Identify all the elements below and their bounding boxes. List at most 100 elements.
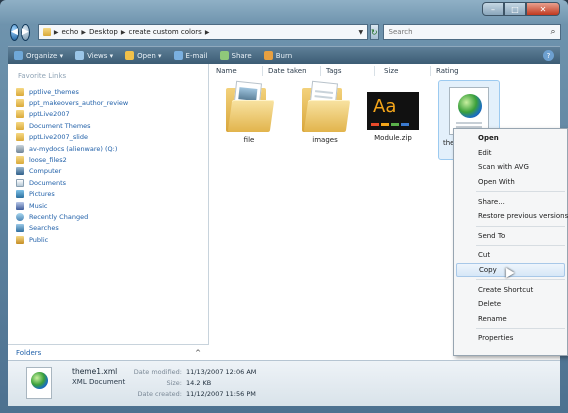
nav-item[interactable]: Documents	[16, 177, 128, 188]
nav-item-label: ppt_makeovers_author_review	[29, 99, 129, 108]
menu-item-copy[interactable]: Copy	[456, 262, 565, 278]
nav-item[interactable]: ppt_makeovers_author_review	[16, 97, 128, 108]
nav-item[interactable]: Pictures	[16, 189, 128, 200]
toolbar-open-button[interactable]: Open ▾	[125, 51, 162, 60]
nav-item-label: loose_files2	[29, 156, 67, 165]
maximize-button[interactable]: □	[504, 2, 526, 16]
nav-item[interactable]: pptLive2007	[16, 109, 128, 120]
search-input[interactable]	[388, 28, 551, 36]
chevron-down-icon[interactable]: ▼	[355, 25, 367, 39]
column-divider[interactable]	[374, 66, 375, 76]
column-divider[interactable]	[430, 66, 431, 76]
nav-item[interactable]: Music	[16, 200, 128, 211]
breadcrumb-item[interactable]: Desktop	[89, 28, 118, 36]
toolbar-email-button[interactable]: E-mail	[173, 51, 208, 60]
close-button[interactable]: ✕	[526, 2, 560, 16]
toolbar-burn-button[interactable]: Burn	[263, 51, 292, 60]
details-pane: theme1.xml XML Document Date modified: 1…	[8, 360, 560, 406]
searches-icon	[16, 224, 24, 233]
help-icon[interactable]: ?	[543, 50, 554, 61]
menu-item-cut[interactable]: Cut	[454, 248, 567, 263]
toolbar-organize-button[interactable]: Organize ▾	[14, 51, 63, 60]
details-size-value: 14.2 KB	[186, 379, 212, 387]
breadcrumb-separator: ▶	[120, 28, 126, 36]
toolbar-views-button[interactable]: Views ▾	[75, 51, 113, 60]
breadcrumb-item[interactable]: echo	[61, 28, 78, 36]
breadcrumb-separator: ▶	[204, 28, 210, 36]
details-file-name: theme1.xml	[72, 367, 118, 376]
folder-icon	[302, 80, 351, 132]
public-icon	[16, 235, 24, 244]
toolbar-share-button[interactable]: Share	[219, 51, 252, 60]
column-divider[interactable]	[262, 66, 263, 76]
menu-item-delete[interactable]: Delete	[454, 297, 567, 312]
nav-item-label: Pictures	[29, 190, 55, 199]
nav-item[interactable]: Computer	[16, 166, 128, 177]
details-modified-label: Date modified:	[133, 368, 182, 376]
column-header-rating[interactable]: Rating	[436, 67, 459, 75]
nav-item[interactable]: av-mydocs (alienware) (Q:)	[16, 143, 128, 154]
forward-button[interactable]: ▶	[20, 23, 30, 41]
mouse-cursor-icon	[501, 264, 515, 278]
breadcrumb-item[interactable]: create custom colors	[128, 28, 201, 36]
nav-item[interactable]: pptlive_themes	[16, 86, 128, 97]
menu-item-scan-with-avg[interactable]: Scan with AVG	[454, 160, 567, 175]
folder-icon	[16, 99, 24, 108]
column-divider[interactable]	[320, 66, 321, 76]
pictures-icon	[16, 190, 24, 199]
menu-item-send-to[interactable]: Send To	[454, 229, 567, 244]
column-header-tags[interactable]: Tags	[326, 67, 342, 75]
back-button[interactable]: ◀	[10, 23, 19, 41]
column-header-name[interactable]: Name	[216, 67, 237, 75]
menu-item-open-with[interactable]: Open With	[454, 175, 567, 190]
file-item-label: images	[312, 136, 338, 144]
details-created-value: 11/12/2007 11:56 PM	[186, 390, 256, 398]
breadcrumb-separator: ▶	[81, 28, 86, 36]
details-modified-value: 11/13/2007 12:06 AM	[186, 368, 257, 376]
menu-separator	[476, 225, 565, 227]
menu-item-rename[interactable]: Rename	[454, 312, 567, 327]
refresh-button[interactable]: ↻	[369, 24, 379, 40]
toolbar-label: E-mail	[185, 51, 208, 60]
menu-separator	[476, 328, 565, 330]
menu-item-properties[interactable]: Properties	[454, 331, 567, 346]
nav-item[interactable]: pptLive2007_slide	[16, 132, 128, 143]
column-headers: Name Date taken Tags Size Rating	[210, 64, 560, 78]
file-item-folder[interactable]: file	[218, 80, 280, 144]
menu-item-share[interactable]: Share...	[454, 194, 567, 209]
context-menu: Open Edit Scan with AVG Open With Share.…	[453, 128, 568, 356]
organize-icon	[14, 51, 23, 60]
search-box[interactable]: ⌕	[382, 24, 561, 40]
menu-item-create-shortcut[interactable]: Create Shortcut	[454, 282, 567, 297]
address-bar[interactable]: ▶ echo ▶ Desktop ▶ create custom colors …	[37, 24, 368, 40]
nav-item-label: pptLive2007	[29, 110, 70, 119]
file-item-folder[interactable]: images	[294, 80, 356, 144]
column-header-size[interactable]: Size	[384, 67, 398, 75]
file-item-zip[interactable]: Aa Module.zip	[362, 82, 424, 142]
menu-separator	[476, 279, 565, 281]
nav-item-label: av-mydocs (alienware) (Q:)	[29, 144, 118, 153]
computer-icon	[16, 167, 24, 176]
music-icon	[16, 201, 24, 210]
breadcrumb-separator: ▶	[53, 28, 59, 36]
search-icon[interactable]: ⌕	[551, 27, 556, 37]
address-row: ◀ ▶ ▶ echo ▶ Desktop ▶ create custom col…	[10, 22, 561, 42]
folders-toggle[interactable]: Folders ^	[8, 344, 209, 360]
folder-icon	[16, 87, 24, 96]
menu-item-edit[interactable]: Edit	[454, 146, 567, 161]
nav-item[interactable]: Document Themes	[16, 120, 128, 131]
menu-item-label: Copy	[479, 266, 497, 275]
menu-separator	[476, 191, 565, 193]
column-header-date-taken[interactable]: Date taken	[268, 67, 307, 75]
menu-item-open[interactable]: Open	[454, 131, 567, 146]
nav-item[interactable]: loose_files2	[16, 154, 128, 165]
nav-item[interactable]: Public	[16, 234, 128, 245]
nav-item[interactable]: Searches	[16, 223, 128, 234]
nav-item-label: Documents	[29, 178, 67, 187]
nav-item[interactable]: Recently Changed	[16, 211, 128, 222]
menu-item-restore-previous-versions[interactable]: Restore previous versions	[454, 209, 568, 224]
documents-icon	[16, 178, 24, 187]
views-icon	[75, 51, 85, 60]
minimize-button[interactable]: –	[482, 2, 504, 16]
nav-item-label: pptLive2007_slide	[29, 133, 88, 142]
